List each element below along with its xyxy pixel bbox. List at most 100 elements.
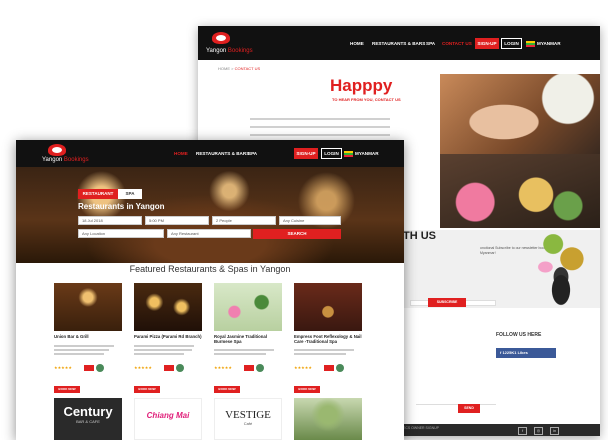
chiang-mai-logo[interactable]: Chiang Mai (134, 398, 202, 440)
card-rating: ★★★★★ (134, 365, 152, 370)
people-field[interactable]: 2 People (212, 216, 276, 225)
facebook-icon[interactable]: f (518, 427, 527, 435)
hero-heading: Restaurants in Yangon (78, 202, 165, 211)
book-now-button[interactable]: BOOK NOW (214, 386, 240, 393)
restaurant-field[interactable]: Any Restaurant (167, 229, 251, 238)
logo[interactable]: Yangon Bookings (42, 157, 89, 163)
card-rating: ★★★★★ (214, 365, 232, 370)
date-field[interactable]: 18 Jul 2018 (78, 216, 142, 225)
card-hours (134, 353, 184, 355)
card-hours (214, 353, 266, 355)
top-nav: Yangon Bookings HOME RESTAURANTS & BARS … (198, 26, 600, 60)
card-name: Empress Foot Reflexology & Nail Care -Tr… (294, 334, 362, 344)
send-button[interactable]: SEND (458, 404, 480, 413)
text-line (250, 134, 390, 136)
breadcrumb-separator: > (231, 66, 234, 71)
text-line (250, 118, 390, 120)
nav-contact-us[interactable]: CONTACT US (442, 41, 472, 46)
logo-icon (212, 32, 230, 44)
search-button[interactable]: SEARCH (253, 229, 341, 239)
card-image (134, 283, 202, 331)
facebook-like-button[interactable]: f 1225K1 Likes (496, 348, 556, 358)
nav-home[interactable]: HOME (350, 41, 364, 46)
card-address (134, 345, 194, 347)
book-now-button[interactable]: BOOK NOW (294, 386, 320, 393)
century-brand: Century (63, 404, 113, 419)
card-image (54, 283, 122, 331)
card-rating: ★★★★★ (294, 365, 312, 370)
card-address (54, 349, 109, 351)
page-subtitle: TO HEAR FROM YOU, CONTACT US (332, 97, 401, 102)
myanmar-flag-icon (344, 151, 353, 157)
breadcrumb-home[interactable]: HOME (218, 66, 230, 71)
card-name: Parami Pizza (Parami Rd Branch) (134, 334, 202, 339)
venue-photo[interactable] (294, 398, 362, 440)
logo-name: Yangon (42, 157, 63, 163)
nav-restaurants-bars[interactable]: RESTAURANTS & BARS (372, 41, 425, 46)
footer-link[interactable]: ECS OWNER SIGNUP (403, 426, 439, 430)
page-title: Happpy (330, 76, 393, 95)
card-tag (244, 365, 254, 371)
vestige-brand: VESTIGE (225, 409, 271, 421)
facebook-likes: 1225K1 Likes (502, 350, 528, 355)
logo[interactable]: Yangon Bookings (206, 48, 253, 54)
tab-restaurant[interactable]: RESTAURANT (78, 189, 118, 199)
card-hours (54, 353, 104, 355)
vestige-sub: Café (243, 421, 253, 426)
logo-name: Yangon (206, 48, 227, 54)
card-address (54, 345, 114, 347)
signup-button[interactable]: SIGN-UP (294, 148, 318, 159)
spa-stones-photo (522, 226, 600, 308)
card-image (214, 283, 282, 331)
card-badge-icon (256, 364, 264, 372)
nav-home[interactable]: HOME (174, 151, 188, 156)
language-selector[interactable]: MYANMAR (355, 151, 379, 156)
book-now-button[interactable]: BOOK NOW (54, 386, 80, 393)
section-title: Featured Restaurants & Spas in Yangon (129, 264, 291, 274)
breadcrumb-current: CONTACT US (234, 66, 261, 71)
screenshot-stage: Yangon Bookings HOME RESTAURANTS & BARS … (0, 0, 608, 440)
instagram-icon[interactable]: ◎ (534, 427, 543, 435)
cuisine-field[interactable]: Any Cuisine (279, 216, 341, 225)
logo-suffix: Bookings (63, 157, 89, 163)
century-sub: BAR & CAFE (76, 419, 100, 424)
follow-heading: FOLLOW US HERE (496, 332, 542, 338)
login-button[interactable]: LOGIN (501, 38, 522, 49)
card-name: Royal Jasmine Traditional Burmese Spa (214, 334, 268, 344)
card-image (294, 283, 362, 331)
logo-suffix: Bookings (227, 48, 253, 54)
chiang-mai-brand: Chiang Mai (146, 411, 190, 420)
language-selector[interactable]: MYANMAR (537, 41, 561, 46)
card-badge-icon (176, 364, 184, 372)
linkedin-icon[interactable]: in (550, 427, 559, 435)
time-field[interactable]: 5:00 PM (145, 216, 209, 225)
login-button[interactable]: LOGIN (321, 148, 342, 159)
message-field[interactable] (416, 404, 496, 405)
card-badge-icon (336, 364, 344, 372)
home-page-window: Yangon Bookings HOME RESTAURANTS & BARS … (16, 140, 404, 440)
card-hours (294, 353, 346, 355)
card-address (214, 349, 274, 351)
card-address (134, 349, 192, 351)
top-nav: Yangon Bookings HOME RESTAURANTS & BARS … (16, 140, 404, 167)
subscribe-button[interactable]: SUBSCRIBE (428, 298, 466, 307)
breadcrumb: HOME > CONTACT US (218, 66, 260, 71)
food-photo (440, 154, 600, 228)
card-tag (324, 365, 334, 371)
vestige-logo[interactable]: VESTIGE Café (214, 398, 282, 440)
signup-button[interactable]: SIGN-UP (475, 38, 499, 49)
card-tag (164, 365, 174, 371)
card-badge-icon (96, 364, 104, 372)
century-logo[interactable]: Century BAR & CAFE (54, 398, 122, 440)
newsletter-heading: TH US (403, 230, 436, 242)
book-now-button[interactable]: BOOK NOW (134, 386, 160, 393)
nav-spa[interactable]: SPA (426, 41, 435, 46)
tab-spa[interactable]: SPA (118, 189, 142, 199)
text-line (250, 126, 390, 128)
card-rating: ★★★★★ (54, 365, 72, 370)
nav-restaurants-bars[interactable]: RESTAURANTS & BARS (196, 151, 249, 156)
nav-spa[interactable]: SPA (248, 151, 257, 156)
massage-photo (440, 74, 600, 154)
card-name: Union Bar & Grill (54, 334, 89, 339)
location-field[interactable]: Any Location (78, 229, 164, 238)
